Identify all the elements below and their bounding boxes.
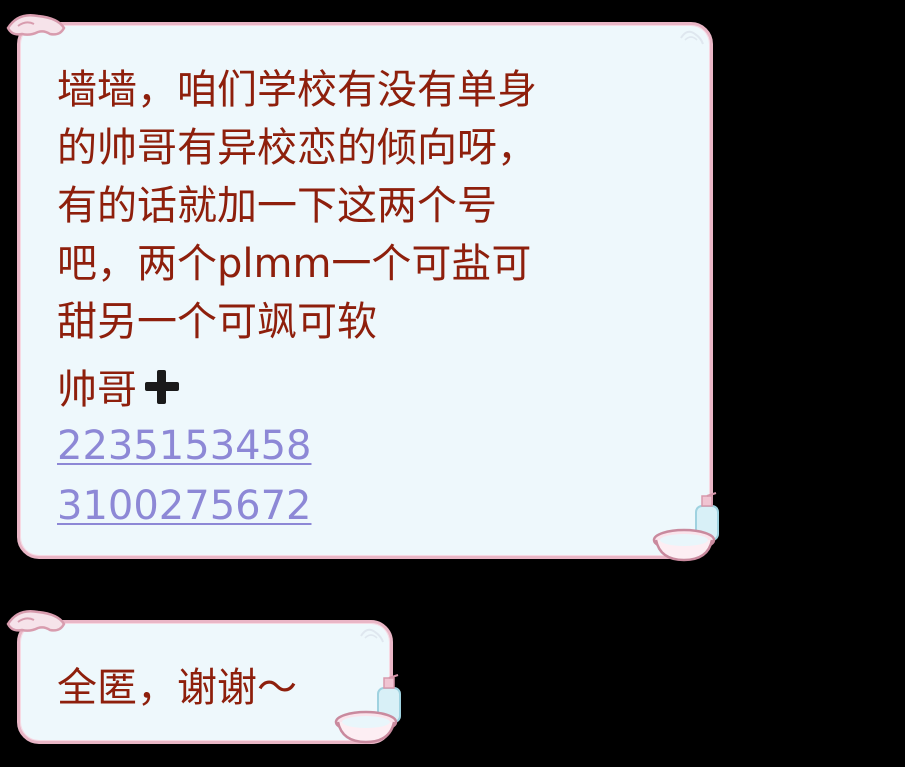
message-line: 的帅哥有异校恋的倾向呀， — [57, 125, 537, 171]
message-body: 墙墙，咱们学校有没有单身 的帅哥有异校恋的倾向呀， 有的话就加一下这两个号 吧，… — [57, 61, 537, 351]
qq-number-link[interactable]: 3100275672 — [57, 477, 312, 535]
message-line: 墙墙，咱们学校有没有单身 — [57, 67, 537, 113]
message-bubble-1[interactable]: 墙墙，咱们学校有没有单身 的帅哥有异校恋的倾向呀， 有的话就加一下这两个号 吧，… — [17, 22, 713, 559]
message-line: 甜另一个可飒可软 — [57, 299, 377, 345]
qq-number-link[interactable]: 2235153458 — [57, 417, 312, 475]
goggles-icon — [6, 14, 66, 36]
basin-bottle-icon — [652, 492, 719, 562]
label-row: 帅哥 — [57, 357, 179, 415]
message-line: 有的话就加一下这两个号 — [57, 183, 497, 229]
message-body: 全匿，谢谢～ — [57, 665, 297, 711]
label-text: 帅哥 — [57, 367, 137, 413]
plus-icon — [143, 368, 179, 404]
swirl-icon — [360, 628, 384, 643]
message-line: 吧，两个plmm一个可盐可 — [57, 241, 532, 287]
goggles-icon — [6, 610, 66, 632]
basin-bottle-icon — [334, 674, 401, 744]
swirl-icon — [680, 30, 704, 45]
